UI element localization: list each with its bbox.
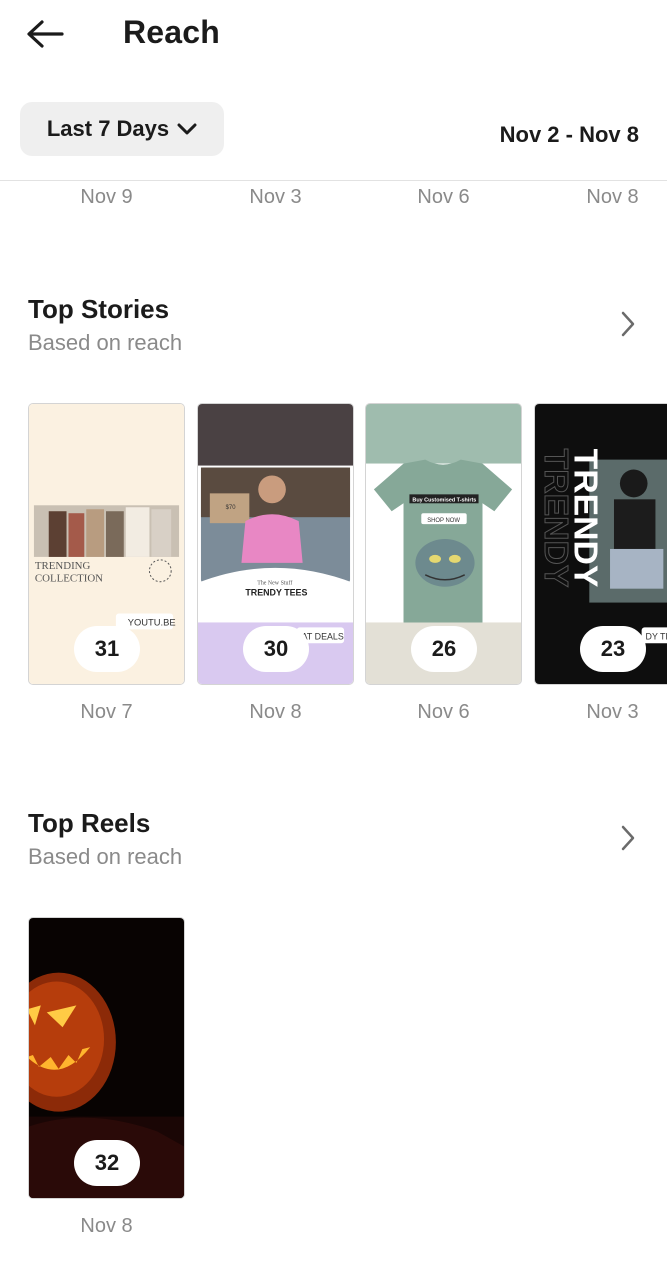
reach-count-badge: 30 xyxy=(243,626,309,672)
story-text: Buy Customised T-shirts xyxy=(412,497,476,503)
story-text: TRENDY xyxy=(537,449,574,588)
date-label: Nov 8 xyxy=(586,186,639,208)
top-stories-title: Top Stories xyxy=(28,294,170,324)
reach-count-badge: 23 xyxy=(580,626,646,672)
chevron-down-icon xyxy=(177,123,197,135)
story-date: Nov 8 xyxy=(249,701,302,723)
story-text: COLLECTION xyxy=(35,573,103,585)
story-date: Nov 6 xyxy=(417,701,470,723)
app-header: Reach xyxy=(0,0,667,70)
reach-count-badge: 32 xyxy=(74,1140,140,1186)
story-text: TRENDY TEES xyxy=(245,588,307,598)
story-text: AT DEALS xyxy=(302,631,344,641)
story-text: SHOP NOW xyxy=(427,518,460,524)
chevron-right-icon xyxy=(621,311,635,337)
story-text: DY TE xyxy=(646,631,667,641)
back-button[interactable] xyxy=(24,14,72,54)
story-thumbnail[interactable]: Buy Customised T-shirts SHOP NOW 26 xyxy=(365,403,522,685)
top-reels-more-button[interactable] xyxy=(614,820,642,856)
story-thumbnail[interactable]: $70 The New Stuff TRENDY TEES AT DEALS 3… xyxy=(197,403,354,685)
reach-count-badge: 26 xyxy=(411,626,477,672)
story-text: TRENDING xyxy=(35,560,91,572)
story-thumbnail[interactable]: TRENDING COLLECTION YOUTU.BE 31 xyxy=(28,403,185,685)
date-range-text: Nov 2 - Nov 8 xyxy=(499,122,639,147)
top-reels-subtitle: Based on reach xyxy=(28,844,183,869)
top-stories-subtitle: Based on reach xyxy=(28,330,183,355)
story-thumbnail[interactable]: TRENDY TRENDY DY TE 23 xyxy=(534,403,667,685)
reach-count-badge: 31 xyxy=(74,626,140,672)
date-row: Nov 9 Nov 3 Nov 6 Nov 8 xyxy=(0,186,667,216)
reel-date: Nov 8 xyxy=(80,1215,133,1237)
story-date: Nov 7 xyxy=(80,701,133,723)
date-range-label: Last 7 Days xyxy=(46,116,170,141)
top-reels-title: Top Reels xyxy=(28,808,151,838)
story-text: $70 xyxy=(226,505,237,511)
date-label: Nov 3 xyxy=(249,186,302,208)
arrow-left-icon xyxy=(27,20,64,48)
story-date: Nov 3 xyxy=(586,701,639,723)
date-label: Nov 6 xyxy=(417,186,470,208)
date-range-dropdown[interactable]: Last 7 Days xyxy=(20,102,224,156)
chevron-right-icon xyxy=(621,825,635,851)
reel-thumbnail[interactable]: 32 xyxy=(28,917,185,1199)
date-label: Nov 9 xyxy=(80,186,133,208)
divider xyxy=(0,180,667,181)
top-stories-more-button[interactable] xyxy=(614,306,642,342)
story-text: The New Stuff xyxy=(257,580,292,587)
page-title: Reach xyxy=(123,14,221,50)
story-text: YOUTU.BE xyxy=(128,616,176,627)
